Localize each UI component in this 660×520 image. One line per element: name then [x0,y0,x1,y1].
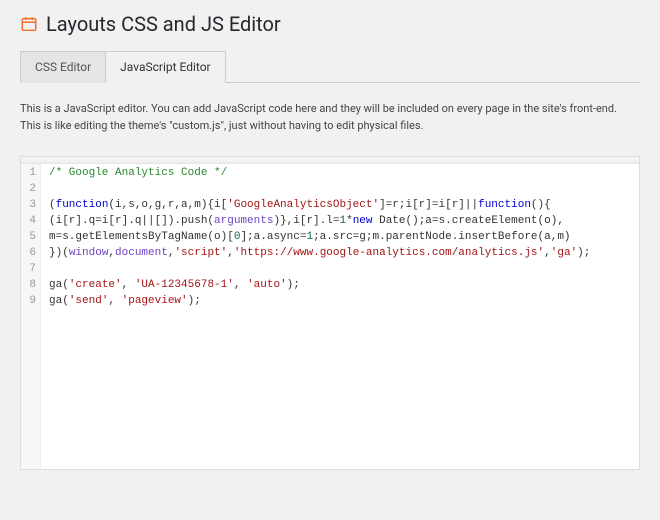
code-line: /* Google Analytics Code */ [49,165,631,181]
tab-css-editor[interactable]: CSS Editor [20,51,106,83]
line-number: 2 [21,181,36,197]
line-number: 8 [21,277,36,293]
line-gutter: 123456789 [21,157,41,469]
page-title-text: Layouts CSS and JS Editor [46,12,281,36]
code-line: (function(i,s,o,g,r,a,m){i['GoogleAnalyt… [49,197,631,213]
line-number: 5 [21,229,36,245]
app-root: Layouts CSS and JS Editor CSS Editor Jav… [0,0,660,520]
code-area[interactable]: /* Google Analytics Code */ (function(i,… [41,157,639,469]
page-title: Layouts CSS and JS Editor [20,12,640,36]
code-line: })(window,document,'script','https://www… [49,245,631,261]
js-editor-panel: This is a JavaScript editor. You can add… [20,83,640,482]
line-number: 1 [21,165,36,181]
code-line: m=s.getElementsByTagName(o)[0];a.async=1… [49,229,631,245]
tab-label: JavaScript Editor [120,60,210,74]
code-line: (i[r].q=i[r].q||[]).push(arguments)},i[r… [49,213,631,229]
line-number: 7 [21,261,36,277]
code-line: ga('send', 'pageview'); [49,293,631,309]
editor-toolbar [21,157,639,164]
tab-bar: CSS Editor JavaScript Editor [20,50,640,83]
line-number: 9 [21,293,36,309]
code-editor[interactable]: 123456789 /* Google Analytics Code */ (f… [20,156,640,470]
code-line [49,261,631,277]
code-line: ga('create', 'UA-12345678-1', 'auto'); [49,277,631,293]
line-number: 4 [21,213,36,229]
panel-description: This is a JavaScript editor. You can add… [20,101,640,134]
line-number: 3 [21,197,36,213]
calendar-icon [20,15,38,33]
tab-label: CSS Editor [35,60,91,74]
code-line [49,181,631,197]
tab-js-editor[interactable]: JavaScript Editor [106,51,225,83]
line-number: 6 [21,245,36,261]
